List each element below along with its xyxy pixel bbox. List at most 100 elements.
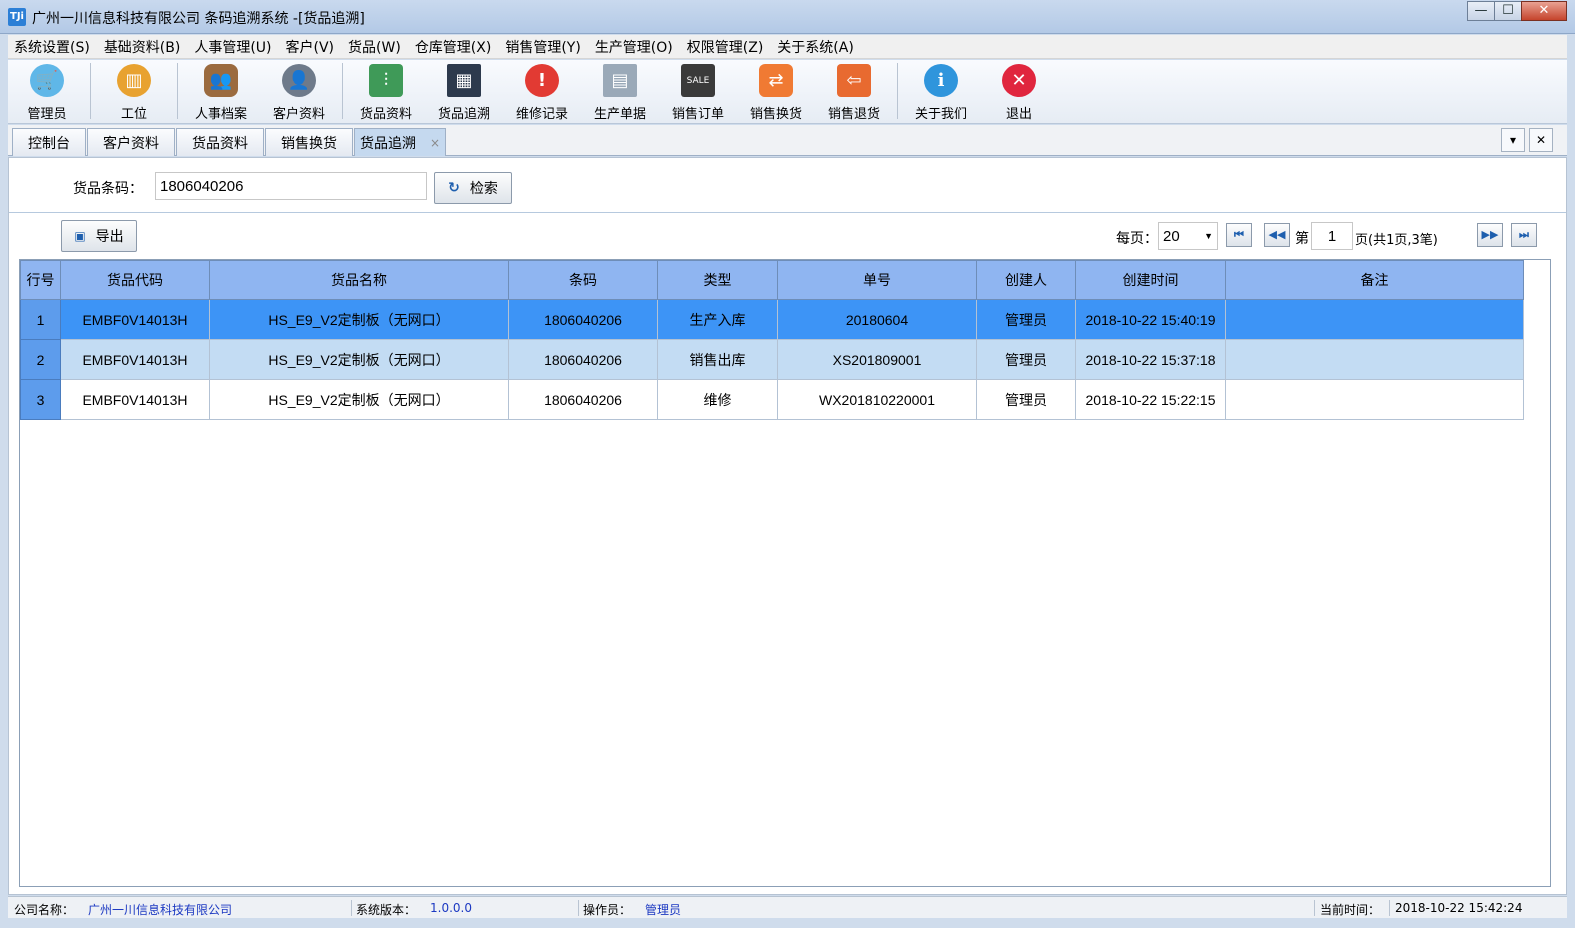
column-header[interactable]: 创建时间 bbox=[1075, 260, 1226, 300]
close-window-button[interactable]: ✕ bbox=[1521, 1, 1567, 21]
prev-page-button[interactable]: ◀◀ bbox=[1264, 223, 1290, 247]
return-icon: ⇦ bbox=[837, 64, 871, 97]
tab-label: 客户资料 bbox=[103, 135, 159, 152]
tab-customer-data[interactable]: 客户资料 bbox=[87, 128, 175, 156]
menu-sales[interactable]: 销售管理(Y) bbox=[505, 37, 580, 57]
barcode-input[interactable] bbox=[155, 172, 427, 200]
menu-warehouse[interactable]: 仓库管理(X) bbox=[415, 37, 492, 57]
tool-repair-records[interactable]: ! 维修记录 bbox=[503, 60, 581, 122]
time-label: 当前时间： bbox=[1320, 903, 1381, 917]
tool-label: 销售换货 bbox=[749, 107, 802, 122]
export-button-label: 导出 bbox=[95, 229, 124, 245]
company-label: 公司名称： bbox=[14, 903, 75, 917]
column-header[interactable]: 行号 bbox=[20, 260, 61, 300]
toolbar-separator bbox=[342, 63, 343, 119]
last-page-button[interactable]: ⏭ bbox=[1511, 223, 1537, 247]
maximize-button[interactable]: ☐ bbox=[1494, 1, 1522, 21]
operator-value: 管理员 bbox=[645, 903, 682, 917]
components-icon: ⫶ bbox=[369, 64, 403, 97]
column-header[interactable]: 货品名称 bbox=[209, 260, 509, 300]
table-cell bbox=[1225, 299, 1524, 340]
column-header[interactable]: 备注 bbox=[1225, 260, 1524, 300]
next-page-icon: ▶▶ bbox=[1481, 228, 1499, 241]
menu-basic-data[interactable]: 基础资料(B) bbox=[104, 37, 181, 57]
menu-about[interactable]: 关于系统(A) bbox=[777, 37, 854, 57]
chevron-down-icon: ▼ bbox=[1204, 231, 1213, 241]
tab-goods-trace[interactable]: 货品追溯 × bbox=[354, 128, 446, 156]
tool-goods-data[interactable]: ⫶ 货品资料 bbox=[347, 60, 425, 122]
tool-goods-trace[interactable]: ▦ 货品追溯 bbox=[425, 60, 503, 122]
version-label: 系统版本： bbox=[356, 903, 417, 917]
table-row[interactable]: 3 EMBF0V14013H HS_E9_V2定制板（无网口） 18060402… bbox=[20, 379, 1524, 420]
next-page-button[interactable]: ▶▶ bbox=[1477, 223, 1503, 247]
tab-label: 货品追溯 bbox=[359, 135, 416, 152]
column-header[interactable]: 条码 bbox=[508, 260, 658, 300]
tool-label: 人事档案 bbox=[194, 107, 247, 122]
barcode-station-icon: ▥ bbox=[117, 64, 151, 97]
time-value: 2018-10-22 15:42:24 bbox=[1395, 901, 1523, 915]
tab-close-all-button[interactable]: ✕ bbox=[1529, 128, 1553, 152]
page-number-input[interactable]: 1 bbox=[1311, 222, 1353, 250]
title-bar: TJi 广州一川信息科技有限公司 条码追溯系统 -[货品追溯] — ☐ ✕ bbox=[0, 0, 1575, 34]
table-cell: XS201809001 bbox=[777, 339, 977, 380]
table-cell: 管理员 bbox=[976, 339, 1076, 380]
menu-permissions[interactable]: 权限管理(Z) bbox=[687, 37, 764, 57]
table-cell: 1806040206 bbox=[508, 299, 658, 340]
menu-hr[interactable]: 人事管理(U) bbox=[194, 37, 271, 57]
menu-goods[interactable]: 货品(W) bbox=[348, 37, 401, 57]
row-number: 1 bbox=[20, 299, 61, 340]
tool-hr-records[interactable]: 👥 人事档案 bbox=[182, 60, 260, 122]
tool-exit[interactable]: ✕ 退出 bbox=[980, 60, 1058, 122]
status-separator bbox=[351, 900, 352, 916]
table-cell: 2018-10-22 15:37:18 bbox=[1075, 339, 1226, 380]
column-header[interactable]: 单号 bbox=[777, 260, 977, 300]
first-page-button[interactable]: ⏮ bbox=[1226, 223, 1252, 247]
tool-sales-return[interactable]: ⇦ 销售退货 bbox=[815, 60, 893, 122]
menu-customer[interactable]: 客户(V) bbox=[286, 37, 335, 57]
menu-production[interactable]: 生产管理(O) bbox=[595, 37, 673, 57]
status-bar: 公司名称： 广州一川信息科技有限公司 系统版本： 1.0.0.0 操作员： 管理… bbox=[8, 896, 1567, 918]
tool-station[interactable]: ▥ 工位 bbox=[95, 60, 173, 122]
table-row[interactable]: 2 EMBF0V14013H HS_E9_V2定制板（无网口） 18060402… bbox=[20, 339, 1524, 380]
qrcode-icon: ▦ bbox=[447, 64, 481, 97]
export-button[interactable]: ▣ 导出 bbox=[61, 220, 137, 252]
document-icon: ▤ bbox=[603, 64, 637, 97]
grid-header-row: 行号 货品代码 货品名称 条码 类型 单号 创建人 创建时间 备注 bbox=[20, 260, 1524, 300]
exchange-icon: ⇄ bbox=[759, 64, 793, 97]
tab-goods-data[interactable]: 货品资料 bbox=[176, 128, 264, 156]
prev-page-icon: ◀◀ bbox=[1268, 228, 1286, 241]
table-row[interactable]: 1 EMBF0V14013H HS_E9_V2定制板（无网口） 18060402… bbox=[20, 299, 1524, 340]
first-page-icon: ⏮ bbox=[1234, 228, 1244, 241]
tab-sales-exchange[interactable]: 销售换货 bbox=[265, 128, 353, 156]
search-button[interactable]: ↻ 检索 bbox=[434, 172, 512, 204]
column-header[interactable]: 类型 bbox=[657, 260, 778, 300]
tool-sales-orders[interactable]: SALE 销售订单 bbox=[659, 60, 737, 122]
exit-icon: ✕ bbox=[1002, 64, 1036, 97]
tab-close-icon[interactable]: × bbox=[430, 136, 440, 150]
tab-list-dropdown-button[interactable]: ▾ bbox=[1501, 128, 1525, 152]
goods-trace-panel: 货品条码： ↻ 检索 ▣ 导出 每页： 20 ▼ ⏮ ◀◀ 第 1 页(共1页,… bbox=[8, 157, 1567, 895]
column-header[interactable]: 货品代码 bbox=[60, 260, 210, 300]
trace-table: 行号 货品代码 货品名称 条码 类型 单号 创建人 创建时间 备注 1 EMBF… bbox=[20, 260, 1524, 420]
table-cell: EMBF0V14013H bbox=[60, 379, 210, 420]
tab-label: 货品资料 bbox=[192, 135, 248, 152]
tool-admin[interactable]: 🛒 管理员 bbox=[8, 60, 86, 122]
minimize-button[interactable]: — bbox=[1467, 1, 1495, 21]
tool-label: 关于我们 bbox=[914, 107, 967, 122]
status-separator bbox=[1314, 900, 1315, 916]
table-cell: 维修 bbox=[657, 379, 778, 420]
table-cell: EMBF0V14013H bbox=[60, 299, 210, 340]
tool-production-docs[interactable]: ▤ 生产单据 bbox=[581, 60, 659, 122]
tool-sales-exchange[interactable]: ⇄ 销售换货 bbox=[737, 60, 815, 122]
company-value: 广州一川信息科技有限公司 bbox=[88, 903, 233, 917]
tool-customer-data[interactable]: 👤 客户资料 bbox=[260, 60, 338, 122]
page-summary: 页(共1页,3笔) bbox=[1355, 233, 1438, 248]
column-header[interactable]: 创建人 bbox=[976, 260, 1076, 300]
per-page-select[interactable]: 20 ▼ bbox=[1158, 222, 1218, 250]
tool-label: 销售订单 bbox=[671, 107, 724, 122]
barcode-label: 货品条码： bbox=[73, 181, 143, 197]
info-icon: i bbox=[924, 64, 958, 97]
tool-about-us[interactable]: i 关于我们 bbox=[902, 60, 980, 122]
menu-system-settings[interactable]: 系统设置(S) bbox=[14, 37, 90, 57]
tab-console[interactable]: 控制台 bbox=[12, 128, 86, 156]
